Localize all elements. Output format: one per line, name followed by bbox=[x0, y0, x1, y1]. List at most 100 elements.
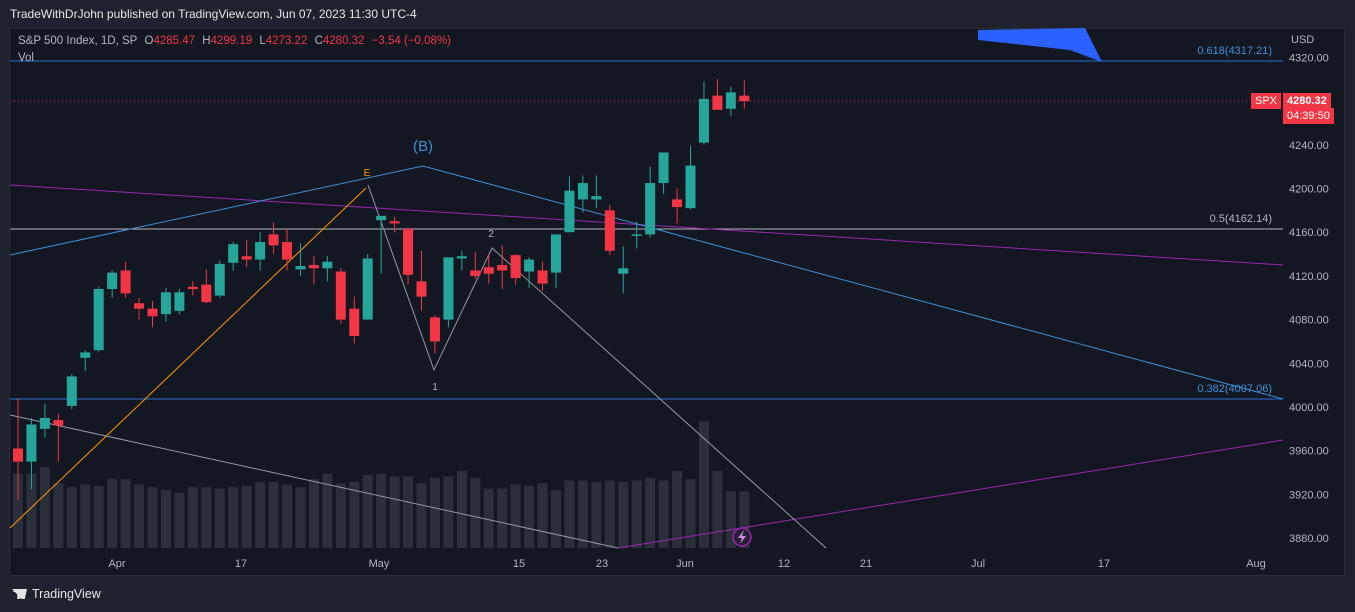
time-tick: Apr bbox=[108, 558, 125, 570]
candle-body[interactable] bbox=[147, 308, 158, 317]
candle-body[interactable] bbox=[349, 308, 360, 336]
candle-body[interactable] bbox=[591, 196, 602, 200]
time-tick: Jun bbox=[676, 558, 694, 570]
candle-body[interactable] bbox=[228, 244, 239, 263]
candle-body[interactable] bbox=[712, 95, 723, 110]
candle-body[interactable] bbox=[618, 268, 629, 274]
candle-body[interactable] bbox=[672, 199, 683, 208]
candle-body[interactable] bbox=[658, 152, 669, 184]
candle-body[interactable] bbox=[551, 234, 561, 273]
time-tick: 23 bbox=[596, 558, 608, 570]
volume-bar bbox=[429, 477, 440, 548]
candle-body[interactable] bbox=[456, 256, 467, 259]
candle-body[interactable] bbox=[214, 263, 225, 296]
candle-body[interactable] bbox=[107, 272, 118, 290]
candle-body[interactable] bbox=[241, 256, 252, 260]
price-tick: 3920.00 bbox=[1289, 489, 1329, 501]
symbol-title[interactable]: S&P 500 Index, 1D, SP bbox=[18, 35, 137, 47]
candle-body[interactable] bbox=[282, 242, 292, 260]
time-tick: Jul bbox=[971, 558, 985, 570]
wave-1-label: 1 bbox=[432, 382, 438, 393]
candle-body[interactable] bbox=[308, 264, 319, 269]
candle-body[interactable] bbox=[295, 266, 306, 270]
candle-body[interactable] bbox=[389, 221, 400, 224]
price-axis[interactable]: 4320.00 4240.00 4200.00 4160.00 4120.00 4080.… bbox=[1289, 52, 1329, 545]
price-tick: 4120.00 bbox=[1289, 271, 1329, 283]
candle-body[interactable] bbox=[537, 270, 548, 284]
candle-body[interactable] bbox=[510, 255, 521, 279]
candle-body[interactable] bbox=[604, 210, 615, 251]
candle-body[interactable] bbox=[698, 98, 709, 143]
drawing-tools[interactable] bbox=[9, 28, 1284, 549]
chart-annotations: 0.618(4317.21) 0.5(4162.14) 0.382(4007.06)… bbox=[364, 45, 1272, 547]
volume-bar bbox=[147, 487, 158, 548]
candle-body[interactable] bbox=[174, 292, 185, 311]
candle-body[interactable] bbox=[66, 376, 77, 406]
candle-body[interactable] bbox=[524, 259, 535, 272]
candlestick-chart[interactable]: 4320.00 4240.00 4200.00 4160.00 4120.00 4080.… bbox=[0, 0, 1355, 612]
candle-body[interactable] bbox=[725, 92, 736, 109]
candle-body[interactable] bbox=[497, 264, 508, 271]
candle-body[interactable] bbox=[564, 190, 575, 233]
change-value: −3.54 (−0.08%) bbox=[371, 35, 451, 47]
candle-body[interactable] bbox=[268, 234, 279, 246]
volume-bar bbox=[335, 483, 346, 548]
arrow-shape[interactable] bbox=[978, 28, 1102, 62]
price-tick: 3960.00 bbox=[1289, 446, 1329, 458]
candle-body[interactable] bbox=[93, 289, 104, 351]
tradingview-logo[interactable]: TradingView bbox=[12, 587, 101, 601]
wave-b-label: (B) bbox=[413, 138, 433, 155]
candle-body[interactable] bbox=[577, 183, 588, 200]
candle-body[interactable] bbox=[187, 286, 198, 290]
fib-382-label: 0.382(4007.06) bbox=[1197, 383, 1272, 395]
event-flash-icon[interactable] bbox=[732, 527, 752, 547]
candle-body[interactable] bbox=[645, 183, 656, 235]
candle-body[interactable] bbox=[416, 281, 427, 297]
candle-body[interactable] bbox=[443, 257, 454, 320]
candle-body[interactable] bbox=[403, 228, 414, 275]
candle-body[interactable] bbox=[429, 317, 440, 342]
volume-bar bbox=[201, 487, 212, 548]
open-value: 4285.47 bbox=[153, 35, 196, 47]
candle-body[interactable] bbox=[739, 95, 750, 102]
candle-body[interactable] bbox=[120, 270, 131, 294]
volume-bar bbox=[362, 475, 373, 548]
time-axis[interactable]: Apr 17 May 15 23 Jun 12 21 Jul 17 Aug bbox=[108, 558, 1265, 570]
volume-bar bbox=[685, 479, 696, 548]
candle-body[interactable] bbox=[160, 292, 171, 315]
price-tick: 4000.00 bbox=[1289, 402, 1329, 414]
countdown-badge: 04:39:50 bbox=[1283, 108, 1334, 124]
candle-body[interactable] bbox=[201, 284, 212, 303]
volume-bar bbox=[510, 484, 521, 548]
candle-body[interactable] bbox=[26, 424, 37, 462]
candle-body[interactable] bbox=[13, 448, 23, 462]
volume-bar bbox=[282, 484, 292, 548]
volume-bar bbox=[658, 480, 669, 548]
candle-body[interactable] bbox=[322, 261, 333, 269]
orange-trend-line[interactable] bbox=[9, 187, 367, 529]
low-label: L bbox=[259, 35, 266, 47]
time-tick: 12 bbox=[778, 558, 790, 570]
volume-bar bbox=[255, 481, 266, 548]
candle-body[interactable] bbox=[376, 215, 387, 221]
candle-body[interactable] bbox=[255, 242, 266, 260]
price-candles[interactable] bbox=[13, 79, 750, 500]
volume-bar bbox=[698, 421, 709, 548]
candle-body[interactable] bbox=[53, 420, 64, 426]
volume-bar bbox=[228, 487, 239, 548]
candle-body[interactable] bbox=[483, 267, 494, 274]
candle-body[interactable] bbox=[335, 271, 346, 320]
candle-body[interactable] bbox=[470, 270, 481, 276]
candle-body[interactable] bbox=[685, 165, 696, 209]
time-tick: May bbox=[369, 558, 390, 570]
candle-body[interactable] bbox=[39, 417, 50, 429]
candle-body[interactable] bbox=[631, 234, 642, 236]
volume-bar bbox=[577, 480, 588, 548]
candle-body[interactable] bbox=[362, 258, 373, 320]
currency-label[interactable]: USD bbox=[1291, 34, 1314, 46]
candle-body[interactable] bbox=[80, 352, 91, 358]
volume-bar bbox=[376, 473, 387, 548]
time-tick: Aug bbox=[1246, 558, 1266, 570]
volume-bar bbox=[120, 479, 131, 548]
candle-body[interactable] bbox=[134, 303, 145, 309]
